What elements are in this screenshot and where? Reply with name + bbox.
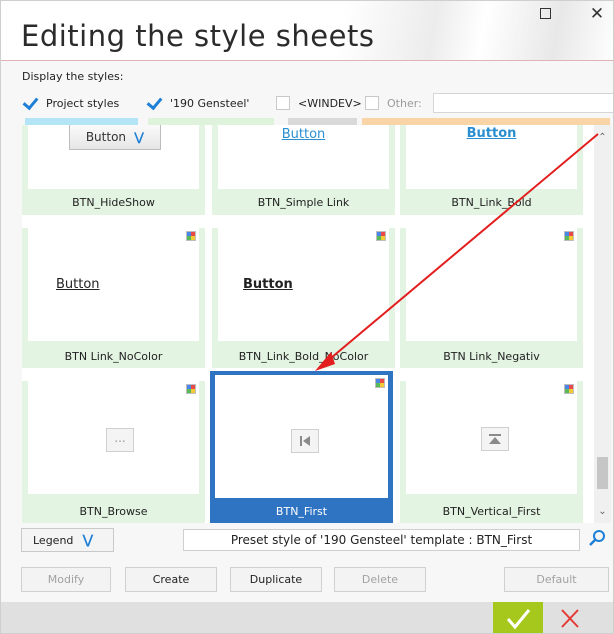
grid-scrollbar[interactable]: ⌃ ⌄ — [594, 125, 611, 523]
style-tile[interactable]: BTN Link_Negativ — [400, 228, 583, 368]
style-description: Preset style of '190 Gensteel' template … — [183, 529, 580, 551]
scroll-up-icon[interactable]: ⌃ — [597, 133, 608, 143]
windev-color-bar — [288, 118, 357, 125]
checkbox-unchecked-icon[interactable] — [365, 96, 379, 110]
color-palette-icon — [564, 384, 574, 394]
checkbox-unchecked-icon[interactable] — [276, 96, 290, 110]
magnifier-icon — [589, 530, 605, 546]
checkmark-icon — [506, 609, 531, 630]
style-name: BTN Link_Negativ — [443, 350, 540, 363]
duplicate-button[interactable]: Duplicate — [230, 567, 322, 592]
color-palette-icon — [375, 378, 385, 388]
first-record-button-preview — [291, 429, 319, 453]
legend-label: Legend — [33, 533, 74, 547]
style-filters: Project styles '190 Gensteel' <WINDEV> O… — [21, 93, 613, 113]
create-button[interactable]: Create — [125, 567, 217, 592]
double-chevron-down-icon: ⋁ — [134, 130, 145, 144]
style-preview: Button — [28, 228, 199, 341]
style-name: BTN Link_NoColor — [64, 350, 163, 363]
vertical-first-icon — [489, 434, 501, 444]
preview-bold-link: Button — [243, 277, 293, 292]
style-name: BTN_Link_Bold — [451, 196, 532, 209]
style-name: BTN_HideShow — [72, 196, 155, 209]
style-sheets-window: Editing the style sheets ✕ Display the s… — [0, 0, 614, 634]
preview-link: Button — [56, 277, 100, 292]
modify-button[interactable]: Modify — [21, 567, 111, 592]
style-preview: Button — [218, 125, 389, 189]
double-chevron-down-icon: ⋁ — [82, 532, 94, 548]
first-record-icon — [300, 436, 310, 446]
preview-bold-link: Button — [466, 126, 517, 141]
gensteel-color-bar — [148, 118, 274, 125]
style-preview: Button — [218, 228, 389, 341]
delete-button[interactable]: Delete — [334, 567, 426, 592]
legend-button[interactable]: Legend ⋁ — [21, 528, 114, 552]
style-tile[interactable]: Button BTN_Simple Link — [212, 125, 395, 215]
filter-label: Project styles — [46, 96, 120, 110]
filter-gensteel[interactable]: '190 Gensteel' — [147, 93, 249, 113]
window-title: Editing the style sheets — [21, 19, 375, 53]
color-palette-icon — [376, 231, 386, 241]
style-preview — [406, 381, 577, 494]
preview-link: Button — [281, 127, 326, 142]
checkbox-checked-icon[interactable] — [23, 96, 38, 110]
title-bar: Editing the style sheets ✕ — [1, 1, 613, 61]
ok-button[interactable] — [493, 602, 543, 633]
search-icon[interactable] — [588, 528, 608, 548]
style-preview — [215, 375, 388, 498]
styles-grid: Button ⋁ BTN_HideShow Button BTN_Simple … — [22, 125, 594, 523]
style-name: BTN_Browse — [79, 505, 148, 518]
default-button[interactable]: Default — [504, 567, 609, 592]
display-styles-label: Display the styles: — [22, 70, 124, 83]
close-button[interactable]: ✕ — [584, 5, 610, 25]
project-styles-color-bar — [25, 118, 138, 125]
filter-project-styles[interactable]: Project styles — [23, 93, 119, 113]
maximize-button[interactable] — [532, 5, 558, 25]
preview-dropdown-button: Button ⋁ — [69, 125, 161, 150]
color-palette-icon — [186, 231, 196, 241]
style-tile[interactable]: Button BTN_Link_Bold — [400, 125, 583, 215]
other-template-input[interactable] — [433, 93, 613, 113]
cancel-button[interactable] — [545, 602, 595, 633]
other-color-bar — [362, 118, 610, 125]
style-preview: Button ⋁ — [28, 125, 199, 189]
maximize-icon — [539, 8, 551, 19]
browse-button-preview: ... — [106, 428, 134, 452]
style-tile[interactable]: Button BTN_Link_Bold_NoColor — [212, 228, 395, 368]
style-name: BTN_Vertical_First — [442, 505, 541, 518]
vertical-first-button-preview — [481, 427, 509, 451]
style-tile[interactable]: Button ⋁ BTN_HideShow — [22, 125, 205, 215]
style-preview: ... — [28, 381, 199, 494]
style-tile[interactable]: ... BTN_Browse — [22, 381, 205, 523]
style-tile[interactable]: BTN_Vertical_First — [400, 381, 583, 523]
cross-icon — [561, 609, 579, 628]
style-tile[interactable]: Button BTN Link_NoColor — [22, 228, 205, 368]
filter-label: Other: — [387, 96, 422, 110]
style-tile-selected[interactable]: BTN_First — [210, 371, 393, 523]
style-name: BTN_First — [275, 505, 328, 518]
scroll-down-icon[interactable]: ⌄ — [597, 507, 608, 517]
color-palette-icon — [564, 231, 574, 241]
title-divider — [1, 60, 613, 61]
style-name: BTN_Link_Bold_NoColor — [238, 350, 369, 363]
color-palette-icon — [186, 384, 196, 394]
scroll-thumb[interactable] — [597, 457, 608, 489]
filter-label: '190 Gensteel' — [170, 96, 250, 110]
checkbox-checked-icon[interactable] — [147, 96, 162, 110]
style-preview: Button — [406, 125, 577, 189]
style-preview — [406, 228, 577, 341]
filter-label: <WINDEV> — [298, 96, 362, 110]
style-name: BTN_Simple Link — [257, 196, 350, 209]
filter-other[interactable]: Other: — [365, 93, 422, 113]
filter-windev[interactable]: <WINDEV> — [276, 93, 362, 113]
